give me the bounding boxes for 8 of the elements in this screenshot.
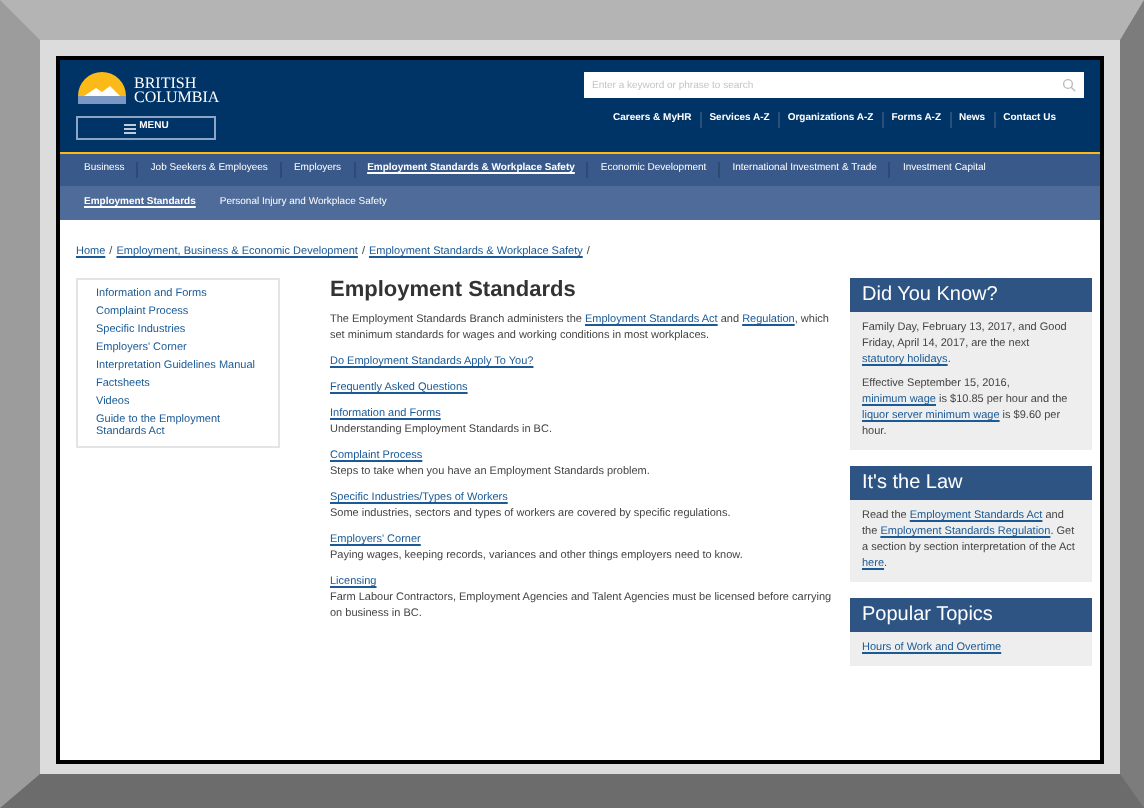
- sun-logo-icon[interactable]: [76, 72, 128, 108]
- menu-icon: [123, 123, 136, 133]
- panel-heading: It's the Law: [850, 466, 1092, 501]
- logo-text: COLUMBIA: [134, 90, 220, 104]
- logo-text: BRITISH: [134, 76, 197, 90]
- panel-heading: Did You Know?: [850, 278, 1092, 313]
- panel-heading: Popular Topics: [850, 598, 1092, 633]
- page-title: Employment Standards: [330, 278, 578, 303]
